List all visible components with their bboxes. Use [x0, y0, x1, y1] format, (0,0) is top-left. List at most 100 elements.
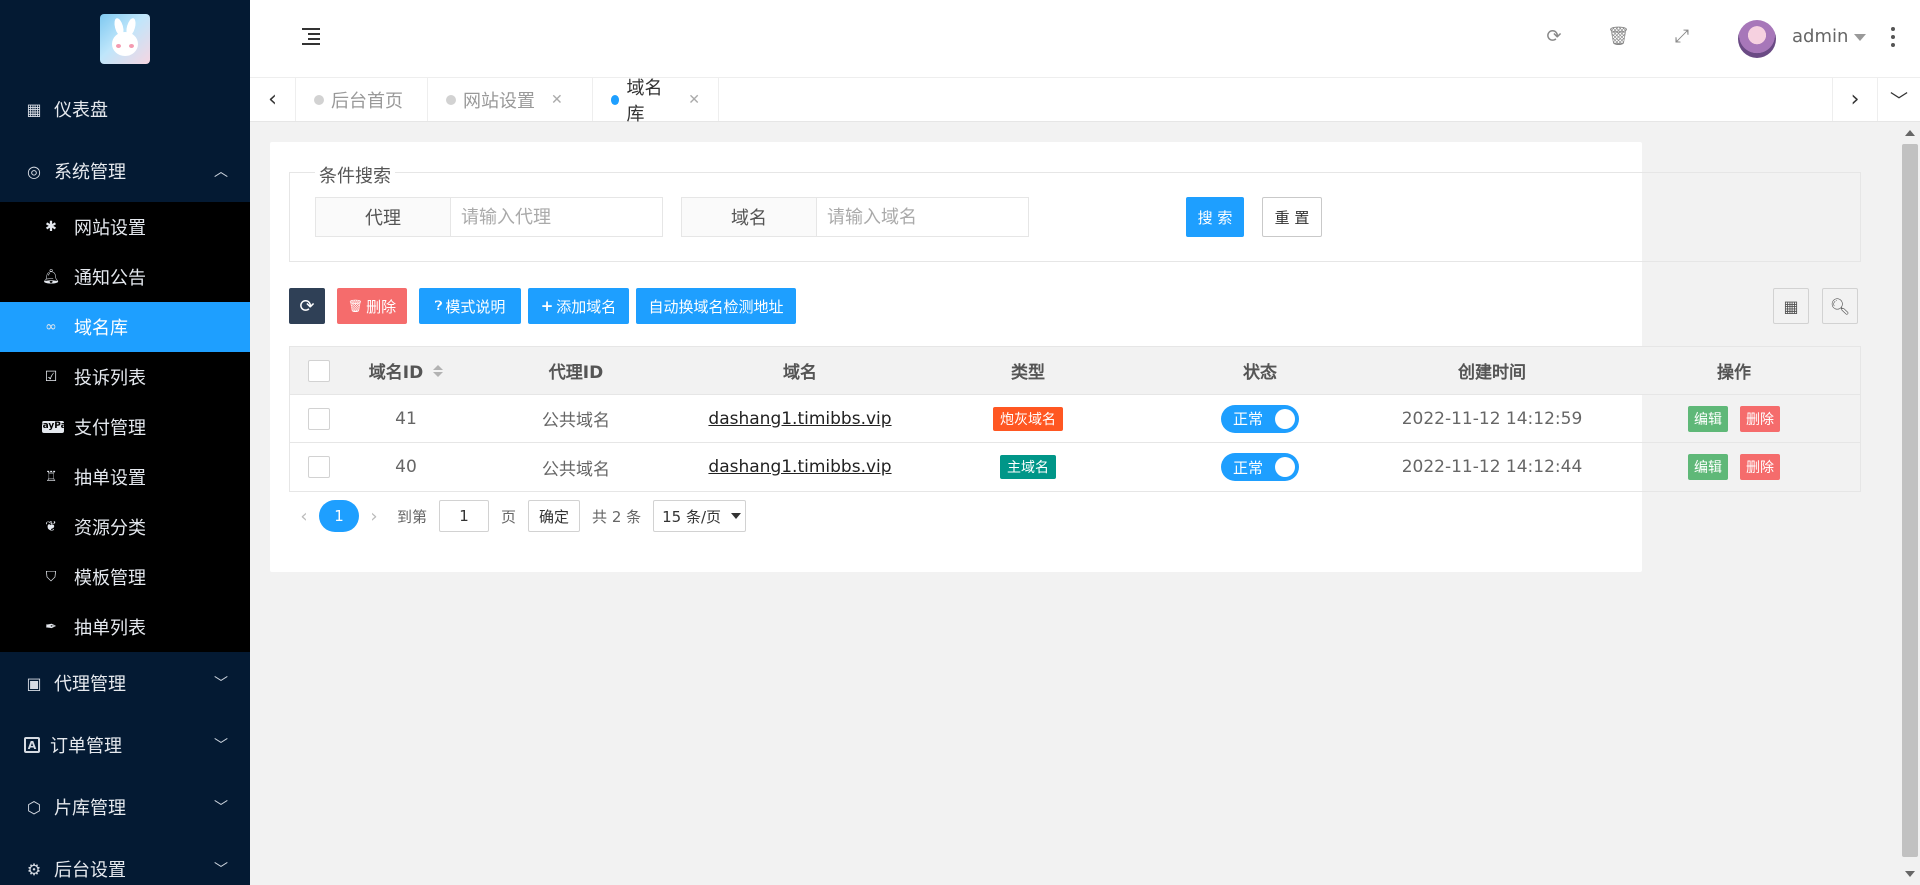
sidebar-item-draw-list[interactable]: ✒ 抽单列表 [0, 602, 250, 652]
per-page-select[interactable]: 15 条/页 [653, 500, 747, 532]
tab-scroll-left-icon[interactable]: ‹ [250, 78, 296, 121]
sidebar-item-order[interactable]: A 订单管理 ﹀ [0, 714, 250, 776]
close-icon[interactable]: ✕ [551, 92, 563, 108]
mode-help-button[interactable]: ❓︎ 模式说明 [419, 288, 521, 324]
agent-input[interactable] [451, 197, 663, 237]
scroll-up-icon[interactable] [1905, 130, 1915, 136]
cell-id: 41 [395, 408, 417, 429]
add-domain-button[interactable]: + 添加域名 [528, 288, 629, 324]
cell-domain: dashang1.timibbs.vip [688, 443, 912, 491]
sidebar-item-payment[interactable]: PayPal 支付管理 [0, 402, 250, 452]
sidebar-item-label: 代理管理 [54, 674, 126, 695]
batch-delete-button[interactable]: 🗑︎ 删除 [337, 288, 407, 324]
tab-scroll-right-icon[interactable]: › [1832, 78, 1878, 121]
header-domain: 域名 [783, 363, 817, 383]
sidebar-item-library[interactable]: ⬡ 片库管理 ﹀ [0, 776, 250, 838]
tab-label: 网站设置 [463, 90, 535, 112]
header-id[interactable]: 域名ID [348, 347, 464, 394]
sidebar-item-categories[interactable]: ❦ 资源分类 [0, 502, 250, 552]
next-page-icon[interactable]: › [359, 506, 389, 527]
leaf-icon: ❦ [45, 519, 57, 535]
sidebar-item-complaints[interactable]: ☑ 投诉列表 [0, 352, 250, 402]
close-icon[interactable]: ✕ [688, 92, 700, 108]
menu-toggle-icon[interactable] [302, 28, 322, 46]
logo[interactable] [0, 0, 250, 78]
fullscreen-icon[interactable]: ⤢ [1671, 26, 1693, 48]
delete-button[interactable]: 删除 [1740, 454, 1780, 480]
goto-ok-button[interactable]: 确定 [528, 500, 581, 532]
page-current[interactable]: 1 [319, 500, 359, 532]
edit-button[interactable]: 编辑 [1688, 405, 1728, 432]
sidebar-item-label: 通知公告 [74, 268, 146, 289]
cell-created: 2022-11-12 14:12:44 [1401, 457, 1583, 477]
sidebar-item-label: 域名库 [74, 318, 128, 339]
sidebar: ▦ 仪表盘 ◎ 系统管理 ︿ ✱ 网站设置 🔔︎ 通知公告 ∞ 域名库 ☑ 投诉… [0, 0, 250, 885]
sidebar-item-label: 投诉列表 [74, 368, 146, 389]
sidebar-item-agent[interactable]: ▣ 代理管理 ﹀ [0, 652, 250, 714]
chevron-down-icon [731, 513, 742, 519]
sidebar-item-domains[interactable]: ∞ 域名库 [0, 302, 250, 352]
tab-domains[interactable]: 域名库 ✕ [593, 78, 719, 125]
reset-button[interactable]: 重 置 [1262, 197, 1322, 237]
asterisk-icon: ✱ [45, 219, 57, 235]
caret-down-icon[interactable] [1854, 34, 1866, 41]
domain-input[interactable] [817, 197, 1029, 237]
status-switch[interactable]: 正常 [1221, 453, 1299, 481]
switch-label: 正常 [1233, 458, 1264, 477]
row-checkbox[interactable] [308, 456, 330, 478]
sidebar-item-label: 资源分类 [74, 518, 146, 539]
sidebar-item-backend[interactable]: ⚙ 后台设置 ﹀ [0, 838, 250, 885]
scroll-down-icon[interactable] [1905, 871, 1915, 877]
auto-switch-url-button[interactable]: 自动换域名检测地址 [636, 288, 796, 324]
castle-icon: ♖ [44, 469, 58, 485]
sidebar-item-draw-settings[interactable]: ♖ 抽单设置 [0, 452, 250, 502]
refresh-table-button[interactable]: ⟳ [289, 288, 325, 324]
agent-filter: 代理 [315, 197, 663, 237]
sidebar-item-dashboard[interactable]: ▦ 仪表盘 [0, 78, 250, 140]
page-input[interactable] [439, 500, 490, 532]
delete-button[interactable]: 删除 [1740, 405, 1780, 432]
sidebar-item-site-settings[interactable]: ✱ 网站设置 [0, 202, 250, 252]
domain-link[interactable]: dashang1.timibbs.vip [708, 409, 891, 429]
prev-page-icon[interactable]: ‹ [289, 506, 319, 527]
content-body: 条件搜索 代理 域名 搜 索 重 置 ⟳ 🗑︎ 删除 ❓︎ 模式说明 + 添加域… [270, 142, 1861, 572]
cell-id: 40 [395, 457, 417, 477]
type-badge: 炮灰域名 [993, 406, 1063, 431]
chevron-down-icon: ﹀ [214, 800, 228, 816]
table-search-button[interactable]: 🔍︎ [1822, 288, 1858, 324]
tab-dot-icon [446, 94, 456, 105]
tab-menu-chevron-down-icon[interactable]: ﹀ [1878, 78, 1920, 121]
sidebar-item-notice[interactable]: 🔔︎ 通知公告 [0, 252, 250, 302]
edit-button[interactable]: 编辑 [1688, 454, 1728, 480]
sidebar-item-templates[interactable]: ⛉ 模板管理 [0, 552, 250, 602]
sidebar-item-label: 模板管理 [74, 568, 146, 589]
trash-icon[interactable]: 🗑︎ [1607, 26, 1630, 48]
cell-actions: 编辑 删除 [1608, 443, 1860, 491]
search-button[interactable]: 搜 索 [1186, 197, 1244, 237]
row-checkbox[interactable] [308, 407, 330, 430]
sidebar-item-label: 抽单设置 [74, 468, 146, 489]
chevron-down-icon: ﹀ [214, 676, 228, 692]
letter-a-icon: A [24, 737, 40, 753]
refresh-icon[interactable]: ⟳ [1543, 26, 1565, 48]
domain-link[interactable]: dashang1.timibbs.vip [708, 457, 891, 477]
header: ⟳ 🗑︎ ⤢ admin [250, 0, 1920, 78]
page-scrollbar[interactable] [1900, 122, 1920, 885]
sidebar-item-system[interactable]: ◎ 系统管理 ︿ [0, 140, 250, 202]
columns-toggle-button[interactable]: ▦ [1773, 288, 1809, 324]
link-icon: ∞ [45, 319, 57, 335]
more-vertical-icon[interactable] [1890, 26, 1896, 48]
row-select-cell [290, 395, 348, 442]
tab-site-settings[interactable]: 网站设置 ✕ [428, 78, 593, 121]
tab-home[interactable]: 后台首页 [296, 78, 428, 121]
avatar[interactable] [1738, 20, 1776, 58]
tab-dot-icon [611, 94, 620, 105]
cell-actions: 编辑 删除 [1608, 395, 1860, 442]
select-all-checkbox[interactable] [308, 359, 330, 382]
chevron-up-icon: ︿ [214, 164, 228, 180]
user-name[interactable]: admin [1792, 26, 1848, 47]
scroll-thumb[interactable] [1902, 144, 1918, 857]
sort-icon[interactable] [433, 364, 444, 377]
status-switch[interactable]: 正常 [1221, 404, 1299, 433]
cell-agent: 公共域名 [542, 459, 610, 480]
